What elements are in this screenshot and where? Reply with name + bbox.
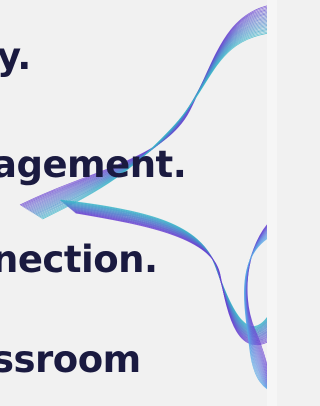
headline-line-2: agement. xyxy=(0,143,187,186)
wave-line-upper xyxy=(40,28,277,218)
wave-line-upper xyxy=(39,27,277,218)
headline-line-3: nection. xyxy=(0,238,158,281)
right-edge-strip xyxy=(267,0,277,406)
headline-line-1: y. xyxy=(0,35,31,78)
headline-line-4: ssroom xyxy=(0,338,141,381)
